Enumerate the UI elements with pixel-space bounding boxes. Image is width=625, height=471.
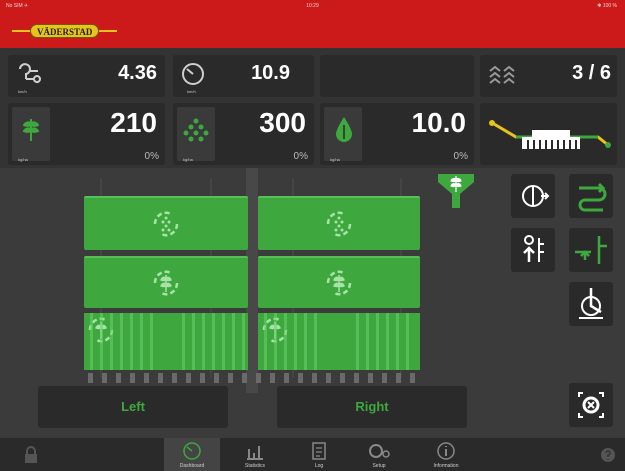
tab-dashboard-label: Dashboard [179,463,205,469]
working-speed-tile[interactable]: km/h 4.36 [8,55,165,97]
section-right-2[interactable] [258,256,420,308]
log-icon [312,442,326,460]
tab-setup[interactable]: Setup [351,438,407,471]
seed-drill-icon [489,120,611,149]
tab-log[interactable]: Log [291,438,347,471]
right-side-button[interactable]: Right [277,386,467,428]
section-right-1[interactable] [258,196,420,250]
vaderstad-logo: VÄDERSTAD [12,23,118,39]
marker-raise-icon [575,236,607,264]
disc-pressure-icon [579,288,603,319]
half-width-button[interactable] [511,174,555,218]
app-screen: No SIM ✈ 10:29 ✱ 100 % VÄDERSTAD km/h 4.… [0,0,625,471]
logo-text: VÄDERSTAD [30,24,100,38]
liquid-fertilizer-icon [336,117,352,142]
speedometer-icon [182,63,204,85]
section-control-button[interactable] [569,174,613,218]
fertilizer-unit: kg/ha [183,157,193,162]
working-speed-value: 4.36 [118,62,157,84]
tab-statistics-label: Statistics [244,463,265,469]
help-icon[interactable] [600,447,616,463]
setup-icon [369,444,390,458]
section-control-icon [578,182,607,212]
disc-pressure-button[interactable] [569,282,613,326]
section-left-2[interactable] [84,256,248,308]
left-side-button[interactable]: Left [38,386,228,428]
seed-rate-tile[interactable]: kg/ha 210 0% [8,103,165,165]
tramline-tile[interactable]: 3 / 6 [480,55,617,97]
liquid-rate-value: 10.0 [411,107,467,138]
fertilizer-rate-percent: 0% [293,151,308,162]
pre-emergence-marker-button[interactable] [511,228,555,272]
hopper-icon[interactable] [436,170,476,210]
tramline-value: 3 / 6 [572,62,611,84]
tab-information-label: Information [433,463,459,469]
bottom-tab-bar: Dashboard Statistics Log Setup Informati… [0,438,625,471]
liquid-rate-tile[interactable]: kg/ha 10.0 0% [320,103,474,165]
section-left-1[interactable] [84,196,248,250]
fertilizer-icon [183,118,209,142]
working-speed-unit: km/h [18,89,27,94]
status-bar: No SIM ✈ 10:29 ✱ 100 % [0,0,625,12]
working-speed-icon [19,63,41,84]
header-bar: No SIM ✈ 10:29 ✱ 100 % VÄDERSTAD [0,0,625,48]
seed-rate-percent: 0% [144,151,159,162]
lock-icon[interactable] [22,446,40,464]
empty-tile [320,55,474,97]
row-units-left[interactable] [84,313,248,370]
tab-dashboard[interactable]: Dashboard [164,438,220,471]
seed-icon [22,119,40,141]
row-units-right[interactable] [258,313,420,370]
liquid-rate-percent: 0% [453,151,468,162]
seed-meter-icon [153,270,179,296]
status-battery: ✱ 100 % [597,3,617,9]
seed-meter-icon [153,211,179,237]
information-icon [437,442,455,460]
speed-value: 10.9 [251,62,290,84]
seed-meter-icon [326,211,352,237]
tab-information[interactable]: Information [418,438,474,471]
pre-emergence-marker-icon [523,235,544,262]
calibration-icon [578,392,604,418]
seed-rate-value: 210 [110,107,157,138]
half-width-icon [522,185,550,207]
field-view: Left Right [0,168,625,438]
speed-tile[interactable]: km/h 10.9 [173,55,314,97]
calibration-button[interactable] [569,383,613,427]
marker-raise-button[interactable] [569,228,613,272]
fertilizer-rate-value: 300 [259,107,306,138]
status-time: 10:29 [306,3,319,9]
tab-log-label: Log [314,463,324,469]
tab-statistics[interactable]: Statistics [227,438,283,471]
seed-unit: kg/ha [18,157,28,162]
fertilizer-rate-tile[interactable]: kg/ha 300 0% [173,103,314,165]
liquid-unit: kg/ha [330,157,340,162]
machine-status-tile[interactable] [480,103,617,165]
statistics-icon [247,446,263,460]
speed-unit: km/h [187,89,196,94]
tramline-icon [489,65,515,84]
seed-meter-icon [326,270,352,296]
dashboard-icon [183,442,201,460]
tab-setup-label: Setup [372,463,386,469]
